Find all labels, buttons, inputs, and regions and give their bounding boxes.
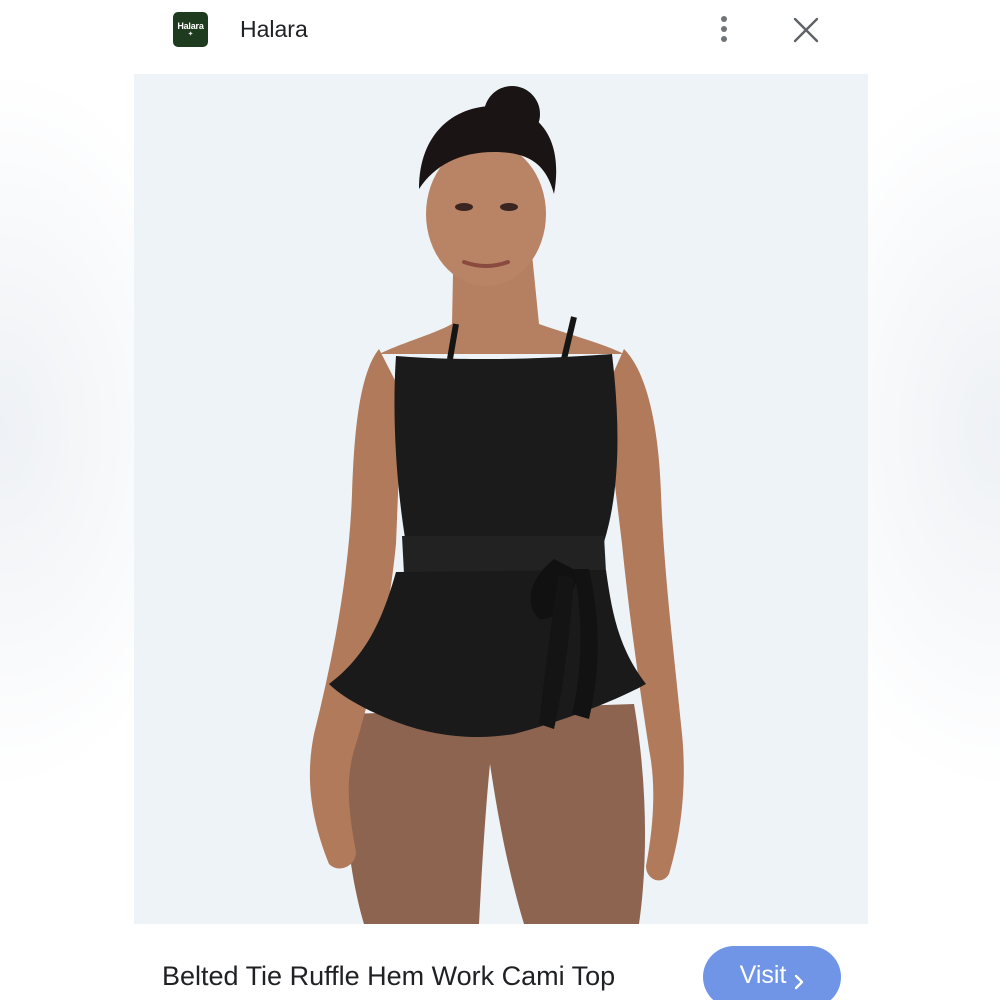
ad-screen: Halara ✦ Halara Belted Tie Ruffle Hem Wo… xyxy=(0,0,1000,1000)
close-icon xyxy=(793,17,819,43)
more-vert-icon xyxy=(721,16,727,42)
close-button[interactable] xyxy=(786,10,826,50)
product-photo-illustration xyxy=(134,74,868,924)
brand-logo-text: Halara xyxy=(177,20,204,31)
more-options-button[interactable] xyxy=(706,10,742,48)
ad-header: Halara ✦ Halara xyxy=(0,0,1000,60)
visit-button-label: Visit xyxy=(739,961,787,989)
visit-button[interactable]: Visit xyxy=(703,946,841,1000)
chevron-right-icon xyxy=(794,967,804,997)
brand-logo[interactable]: Halara ✦ xyxy=(173,12,208,47)
brand-logo-mark-icon: ✦ xyxy=(187,30,194,38)
product-photo[interactable] xyxy=(134,74,868,924)
product-title[interactable]: Belted Tie Ruffle Hem Work Cami Top xyxy=(162,956,615,996)
brand-name[interactable]: Halara xyxy=(240,14,308,44)
